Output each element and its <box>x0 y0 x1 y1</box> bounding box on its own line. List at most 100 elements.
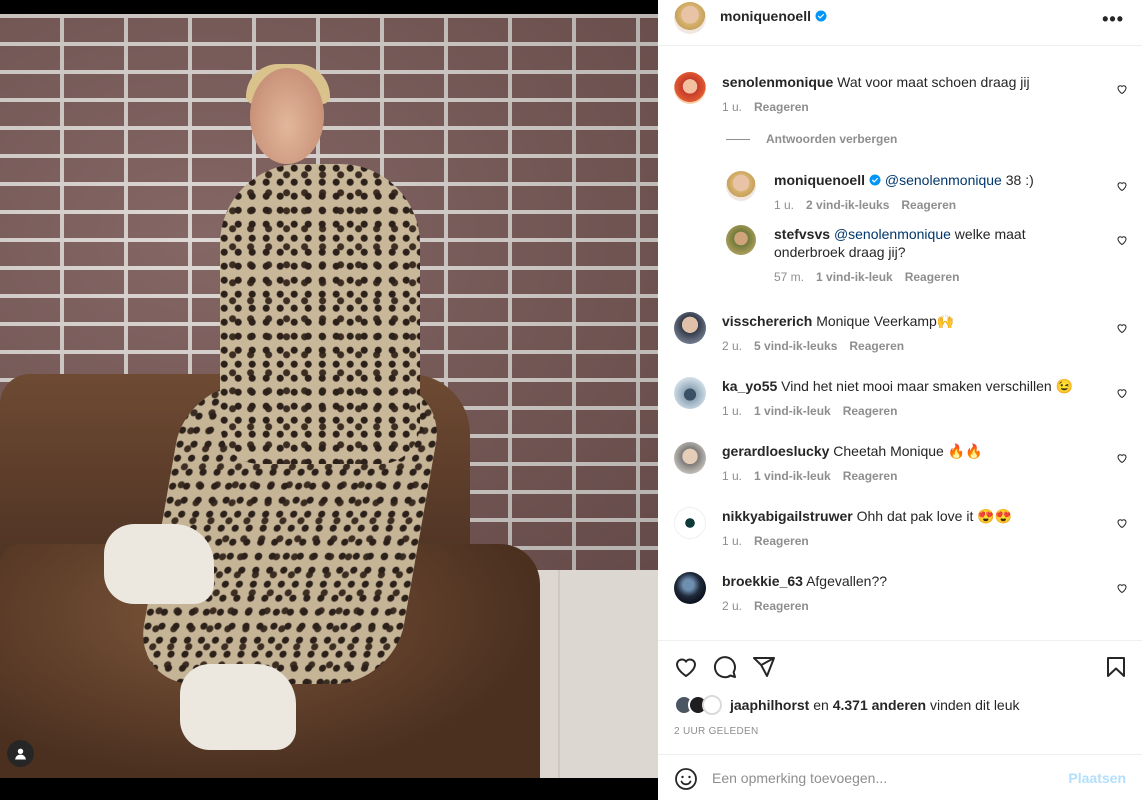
comment-body: nikkyabigailstruwer Ohh dat pak love it … <box>722 507 1102 525</box>
reply-button[interactable]: Reageren <box>754 100 809 114</box>
reply-mention[interactable]: @senolenmonique <box>834 226 951 242</box>
like-heart-icon[interactable] <box>674 655 698 679</box>
comment-text: Monique Veerkamp🙌 <box>816 313 955 329</box>
comment-text: Wat voor maat schoen draag jij <box>837 74 1030 90</box>
post-actions: jaaphilhorst en 4.371 anderen vinden dit… <box>658 640 1142 754</box>
comment-avatar[interactable] <box>674 72 706 104</box>
comment-username[interactable]: broekkie_63 <box>722 573 803 589</box>
comment-body: gerardloeslucky Cheetah Monique 🔥🔥 <box>722 442 1102 460</box>
comment-time[interactable]: 2 u. <box>722 339 742 353</box>
likes-others[interactable]: 4.371 anderen <box>833 697 926 713</box>
comment-username[interactable]: senolenmonique <box>722 74 833 90</box>
reply-username[interactable]: moniquenoell <box>774 172 865 188</box>
reply-button[interactable]: Reageren <box>843 404 898 418</box>
comment-time[interactable]: 1 u. <box>722 469 742 483</box>
comment-body: ka_yo55 Vind het niet mooi maar smaken v… <box>722 377 1112 395</box>
sneaker-right <box>180 664 296 750</box>
comment-bubble-icon[interactable] <box>713 655 737 679</box>
post-photo[interactable] <box>0 14 658 778</box>
owner-username[interactable]: moniquenoell <box>720 8 811 24</box>
post-comment-button[interactable]: Plaatsen <box>1068 770 1126 786</box>
owner-avatar[interactable] <box>674 2 706 34</box>
likes-connector: en <box>809 697 833 713</box>
comment-meta: 1 u. 1 vind-ik-leuk Reageren <box>722 404 909 418</box>
reply-body: stefvsvs @senolenmonique welke maat onde… <box>774 225 1094 261</box>
hide-replies-button[interactable]: Antwoorden verbergen <box>726 132 897 146</box>
tagged-user-icon[interactable] <box>7 740 34 767</box>
reply-time[interactable]: 1 u. <box>774 198 794 212</box>
verified-badge-icon <box>815 10 827 22</box>
reply-meta: 57 m. 1 vind-ik-leuk Reageren <box>774 270 971 284</box>
liker-avatars <box>674 695 722 715</box>
reply-avatar[interactable] <box>726 171 756 201</box>
post-header: moniquenoell ••• <box>658 0 1142 46</box>
owner-block: moniquenoell <box>720 8 827 24</box>
comment-avatar[interactable] <box>674 442 706 474</box>
hide-replies-line <box>726 138 750 140</box>
comment-time[interactable]: 2 u. <box>722 599 742 613</box>
likes-first-user[interactable]: jaaphilhorst <box>730 697 809 713</box>
comment-body: broekkie_63 Afgevallen?? <box>722 572 1102 590</box>
comment-avatar[interactable] <box>674 377 706 409</box>
person <box>104 64 450 750</box>
reply-button[interactable]: Reageren <box>905 270 960 284</box>
post-media[interactable] <box>0 0 658 800</box>
liker-avatar[interactable] <box>702 695 722 715</box>
comment-time[interactable]: 1 u. <box>722 100 742 114</box>
comment-likes[interactable]: 5 vind-ik-leuks <box>754 339 837 353</box>
reply-button[interactable]: Reageren <box>754 534 809 548</box>
comment-meta: 1 u. 1 vind-ik-leuk Reageren <box>722 469 909 483</box>
comment-text: Vind het niet mooi maar smaken verschill… <box>781 378 1074 394</box>
add-comment-bar: Plaatsen <box>658 754 1142 800</box>
comment-meta: 2 u. Reageren <box>722 599 821 613</box>
emoji-smiley-icon[interactable] <box>674 767 698 791</box>
post-timestamp[interactable]: 2 UUR GELEDEN <box>674 726 758 737</box>
comment-like-icon[interactable] <box>1116 322 1128 334</box>
comment-like-icon[interactable] <box>1116 387 1128 399</box>
comment-like-icon[interactable] <box>1116 517 1128 529</box>
likes-summary: jaaphilhorst en 4.371 anderen vinden dit… <box>674 695 1020 715</box>
reply-time[interactable]: 57 m. <box>774 270 804 284</box>
comment-meta: 1 u. Reageren <box>722 534 821 548</box>
reply-body: moniquenoell @senolenmonique 38 :) <box>774 171 1104 189</box>
comment-like-icon[interactable] <box>1116 83 1128 95</box>
comment-time[interactable]: 1 u. <box>722 534 742 548</box>
comment-avatar[interactable] <box>674 572 706 604</box>
person-head <box>250 68 324 164</box>
post-panel: moniquenoell ••• senolenmonique Wat voor… <box>658 0 1142 800</box>
comment-input[interactable] <box>712 763 1052 793</box>
comment-time[interactable]: 1 u. <box>722 404 742 418</box>
comment-avatar[interactable] <box>674 312 706 344</box>
comment-username[interactable]: ka_yo55 <box>722 378 777 394</box>
comment-likes[interactable]: 1 vind-ik-leuk <box>754 469 831 483</box>
reply-button[interactable]: Reageren <box>754 599 809 613</box>
comment-avatar[interactable] <box>674 507 706 539</box>
comment-meta: 2 u. 5 vind-ik-leuks Reageren <box>722 339 916 353</box>
reply-button[interactable]: Reageren <box>849 339 904 353</box>
comment-username[interactable]: nikkyabigailstruwer <box>722 508 853 524</box>
more-options-icon[interactable]: ••• <box>1102 9 1124 30</box>
comment-like-icon[interactable] <box>1116 582 1128 594</box>
likes-suffix: vinden dit leuk <box>926 697 1020 713</box>
reply-text: 38 :) <box>1001 172 1034 188</box>
verified-badge-icon <box>869 174 881 186</box>
reply-button[interactable]: Reageren <box>901 198 956 212</box>
comment-likes[interactable]: 1 vind-ik-leuk <box>754 404 831 418</box>
reply-button[interactable]: Reageren <box>843 469 898 483</box>
reply-username[interactable]: stefvsvs <box>774 226 830 242</box>
save-bookmark-icon[interactable] <box>1104 655 1128 679</box>
comment-like-icon[interactable] <box>1116 452 1128 464</box>
reply-likes[interactable]: 1 vind-ik-leuk <box>816 270 893 284</box>
comment-username[interactable]: gerardloeslucky <box>722 443 829 459</box>
reply-meta: 1 u. 2 vind-ik-leuks Reageren <box>774 198 968 212</box>
comment-text: Afgevallen?? <box>806 573 888 589</box>
comment-body: senolenmonique Wat voor maat schoen draa… <box>722 73 1102 91</box>
reply-mention[interactable]: @senolenmonique <box>885 172 1002 188</box>
reply-like-icon[interactable] <box>1116 234 1128 246</box>
comment-username[interactable]: visschererich <box>722 313 812 329</box>
hide-replies-label: Antwoorden verbergen <box>766 132 898 146</box>
reply-like-icon[interactable] <box>1116 180 1128 192</box>
share-paper-plane-icon[interactable] <box>752 655 776 679</box>
reply-avatar[interactable] <box>726 225 756 255</box>
reply-likes[interactable]: 2 vind-ik-leuks <box>806 198 889 212</box>
